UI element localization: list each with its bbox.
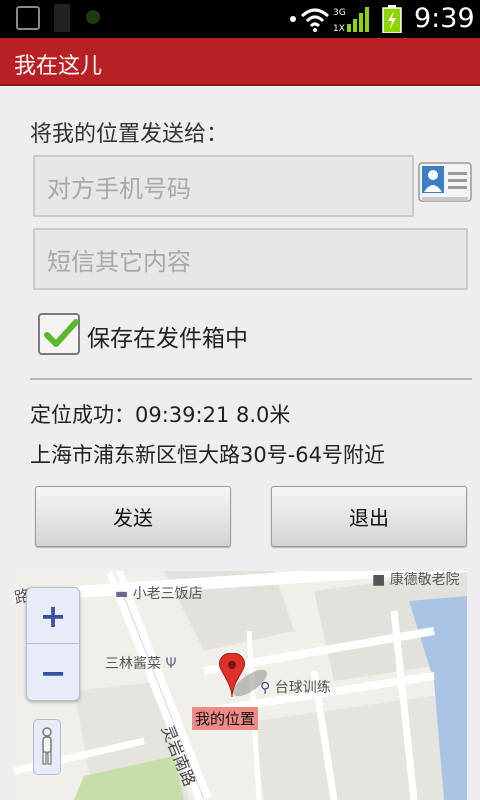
map-marker-icon (219, 653, 268, 698)
nursing-home-name: 康德敬老院 (389, 572, 460, 588)
zoom-in-button[interactable]: + (27, 588, 79, 644)
restaurant1-label: ▬ 小老三饭店 (115, 583, 203, 603)
wifi-icon (300, 8, 330, 32)
restaurant1-name: 小老三饭店 (132, 586, 203, 602)
nursing-home-label: ■ 康德敬老院 (372, 571, 460, 589)
restaurant-icon: Ψ (165, 656, 177, 672)
app-title: 我在这儿 (14, 54, 103, 79)
map-view[interactable]: 路 ▬ 小老三饭店 ■ 康德敬老院 三林酱菜 Ψ ⚲ 台球训练 灵岩南路 我的位… (14, 571, 467, 800)
save-outbox-checkbox[interactable] (38, 313, 80, 355)
restaurant2-name: 三林酱菜 (105, 656, 161, 672)
restaurant2-label: 三林酱菜 Ψ (105, 653, 176, 673)
title-bar: 我在这儿 (0, 38, 480, 86)
my-position-label: 我的位置 (192, 707, 259, 730)
signal-icon: 3G 1X (333, 7, 369, 33)
divider (30, 378, 472, 380)
send-to-label: 将我的位置发送给： (30, 122, 229, 147)
phone-number-placeholder: 对方手机号码 (47, 174, 191, 203)
message-input[interactable]: 短信其它内容 (33, 228, 468, 290)
exit-button[interactable]: 退出 (271, 486, 467, 547)
pegman-button[interactable] (33, 719, 61, 775)
zoom-out-button[interactable]: − (27, 645, 79, 701)
pegman-icon (42, 727, 52, 765)
billiards-name: 台球训练 (274, 680, 331, 696)
message-placeholder: 短信其它内容 (47, 247, 191, 276)
send-button[interactable]: 发送 (35, 486, 231, 547)
clock: 9:39 (414, 3, 475, 34)
location-status: 定位成功：09:39:21 8.0米 (30, 403, 291, 427)
checkmark-icon (44, 319, 79, 347)
notification-icon (16, 6, 40, 30)
zoom-controls: + − (26, 587, 80, 701)
phone-number-input[interactable]: 对方手机号码 (33, 155, 414, 217)
save-outbox-label: 保存在发件箱中 (87, 326, 248, 352)
location-address: 上海市浦东新区恒大路30号-64号附近 (30, 443, 386, 467)
contact-card-icon[interactable] (418, 162, 472, 204)
battery-icon (382, 5, 402, 33)
network-type: 3G (333, 8, 346, 18)
status-bar: 3G 1X 9:39 (0, 0, 480, 38)
sync-dot-icon (290, 16, 296, 22)
bed-icon: ▬ (115, 586, 129, 602)
network-type-secondary: 1X (333, 24, 345, 33)
android-icon (86, 10, 100, 24)
usb-icon (54, 4, 70, 32)
place-icon: ■ (372, 572, 386, 588)
